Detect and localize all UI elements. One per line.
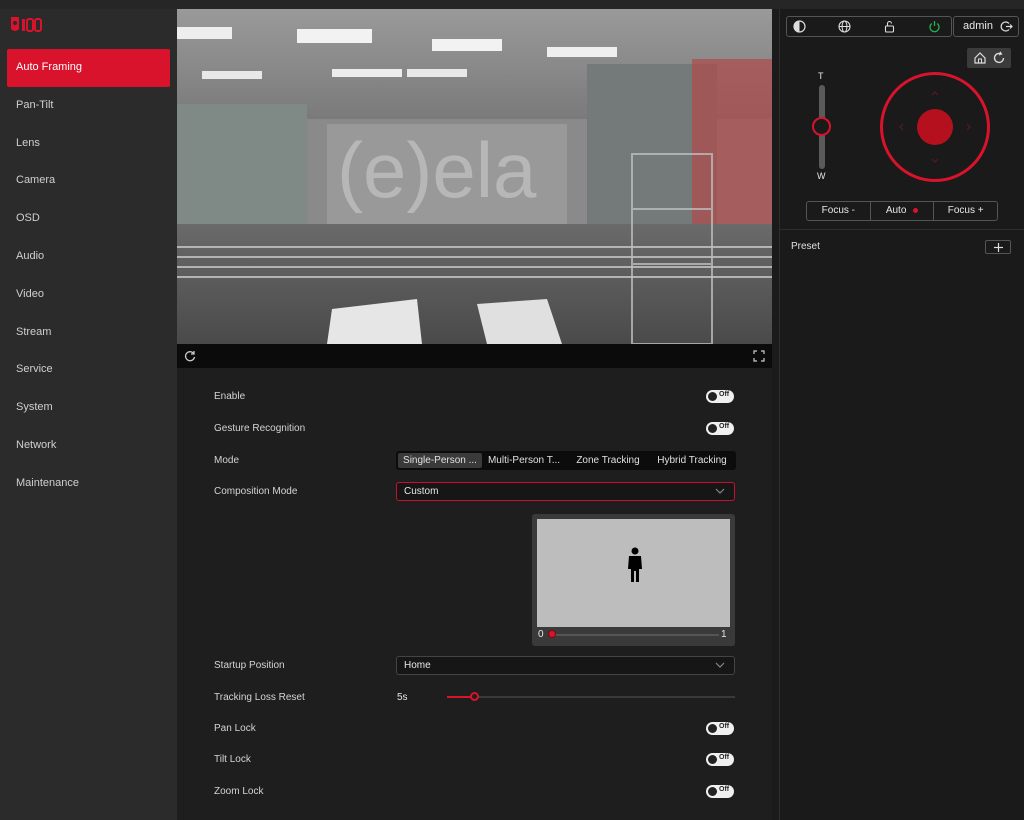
zoom-tele-label: T [818,71,824,81]
sidebar-item-service[interactable]: Service [0,351,177,389]
sidebar-item-osd[interactable]: OSD [0,200,177,238]
tracking-loss-reset-value: 5s [397,692,408,703]
home-icon[interactable] [973,51,987,65]
composition-mode-label: Composition Mode [214,486,298,497]
focus-auto-indicator [913,207,919,213]
preview-screen [537,519,730,627]
joystick-arrows-icon [899,91,971,163]
globe-icon[interactable] [838,20,851,33]
logout-icon[interactable] [1000,20,1013,33]
preset-header: Preset [780,229,1024,259]
focus-auto-label: Auto [885,205,907,216]
reset-icon[interactable] [992,51,1006,65]
top-toolbar [786,16,952,37]
startup-position-label: Startup Position [214,660,285,671]
focus-auto-button[interactable]: Auto [871,202,935,220]
tilt-lock-label: Tilt Lock [214,754,251,765]
chevron-down-icon [715,488,725,494]
startup-position-select[interactable]: Home [396,656,735,675]
mode-segmented-control: Single-Person ... Multi-Person T... Zone… [396,451,736,470]
zoom-wide-label: W [817,171,826,181]
toggle-state: Off [719,754,730,761]
user-menu[interactable]: admin [953,16,1019,37]
toggle-state: Off [719,786,730,793]
zoom-slider-handle[interactable] [812,117,831,136]
preview-slider-track [549,634,719,636]
preset-label: Preset [791,241,820,252]
composition-preview: 0 1 [532,514,735,646]
pan-tilt-joystick[interactable] [880,72,990,182]
focus-plus-button[interactable]: Focus + [934,202,997,220]
gesture-recognition-toggle[interactable]: Off [706,422,734,435]
preview-slider-max: 1 [721,629,727,640]
tilt-lock-toggle[interactable]: Off [706,753,734,766]
preview-slider-handle[interactable] [548,630,556,638]
sidebar-nav: Auto Framing Pan-Tilt Lens Camera OSD Au… [0,49,177,503]
username: admin [963,20,993,32]
add-preset-button[interactable] [985,240,1011,254]
sidebar-item-stream[interactable]: Stream [0,314,177,352]
brand-logo-icon [11,17,42,32]
person-icon [628,547,642,582]
toggle-knob [708,755,717,764]
sidebar-item-system[interactable]: System [0,389,177,427]
mode-label: Mode [214,455,240,466]
top-strip [0,0,1024,9]
fullscreen-icon[interactable] [752,349,766,363]
mode-hybrid-tracking[interactable]: Hybrid Tracking [650,453,734,468]
zoom-lock-toggle[interactable]: Off [706,785,734,798]
svg-text:(e)ela: (e)ela [337,126,537,214]
sidebar-item-maintenance[interactable]: Maintenance [0,465,177,503]
preview-slider-min: 0 [538,629,544,640]
mode-zone-tracking[interactable]: Zone Tracking [566,453,650,468]
sidebar-item-pan-tilt[interactable]: Pan-Tilt [0,87,177,125]
tracking-loss-reset-label: Tracking Loss Reset [214,692,305,703]
composition-mode-value: Custom [404,486,439,497]
pan-lock-toggle[interactable]: Off [706,722,734,735]
sidebar-item-auto-framing[interactable]: Auto Framing [7,49,170,87]
toggle-knob [708,787,717,796]
camera-video-feed[interactable]: (e)ela [177,9,772,344]
toggle-state: Off [719,423,730,430]
mode-single-person[interactable]: Single-Person ... [398,453,482,468]
tracking-loss-slider-track[interactable] [447,696,735,698]
auto-framing-settings: Enable Off Gesture Recognition Off Mode … [177,368,772,820]
mode-multi-person[interactable]: Multi-Person T... [482,453,566,468]
toggle-knob [708,424,717,433]
sidebar-item-camera[interactable]: Camera [0,162,177,200]
toggle-knob [708,724,717,733]
refresh-icon[interactable] [183,349,197,363]
theme-icon[interactable] [793,20,806,33]
chevron-down-icon [715,662,725,668]
zoom-lock-label: Zoom Lock [214,786,264,797]
toggle-knob [708,392,717,401]
control-panel: admin T W Focus - Auto Focus + Preset [779,9,1024,820]
sidebar-item-network[interactable]: Network [0,427,177,465]
enable-label: Enable [214,391,246,402]
office-scene-image: (e)ela [177,9,772,344]
tracking-loss-slider-handle[interactable] [470,692,479,701]
toggle-state: Off [719,391,730,398]
focus-controls: Focus - Auto Focus + [806,201,998,221]
power-icon[interactable] [928,20,941,33]
sidebar-item-video[interactable]: Video [0,276,177,314]
startup-position-value: Home [404,660,431,671]
video-toolbar [177,344,772,368]
app: Auto Framing Pan-Tilt Lens Camera OSD Au… [0,0,1024,820]
composition-mode-select[interactable]: Custom [396,482,735,501]
enable-toggle[interactable]: Off [706,390,734,403]
gesture-recognition-label: Gesture Recognition [214,423,306,434]
sidebar-item-audio[interactable]: Audio [0,238,177,276]
unlock-icon[interactable] [883,20,896,33]
sidebar: Auto Framing Pan-Tilt Lens Camera OSD Au… [0,9,177,820]
sidebar-item-lens[interactable]: Lens [0,125,177,163]
toggle-state: Off [719,723,730,730]
plus-icon [994,243,1003,252]
home-reset-group [967,48,1011,68]
pan-lock-label: Pan Lock [214,723,256,734]
focus-minus-button[interactable]: Focus - [807,202,871,220]
